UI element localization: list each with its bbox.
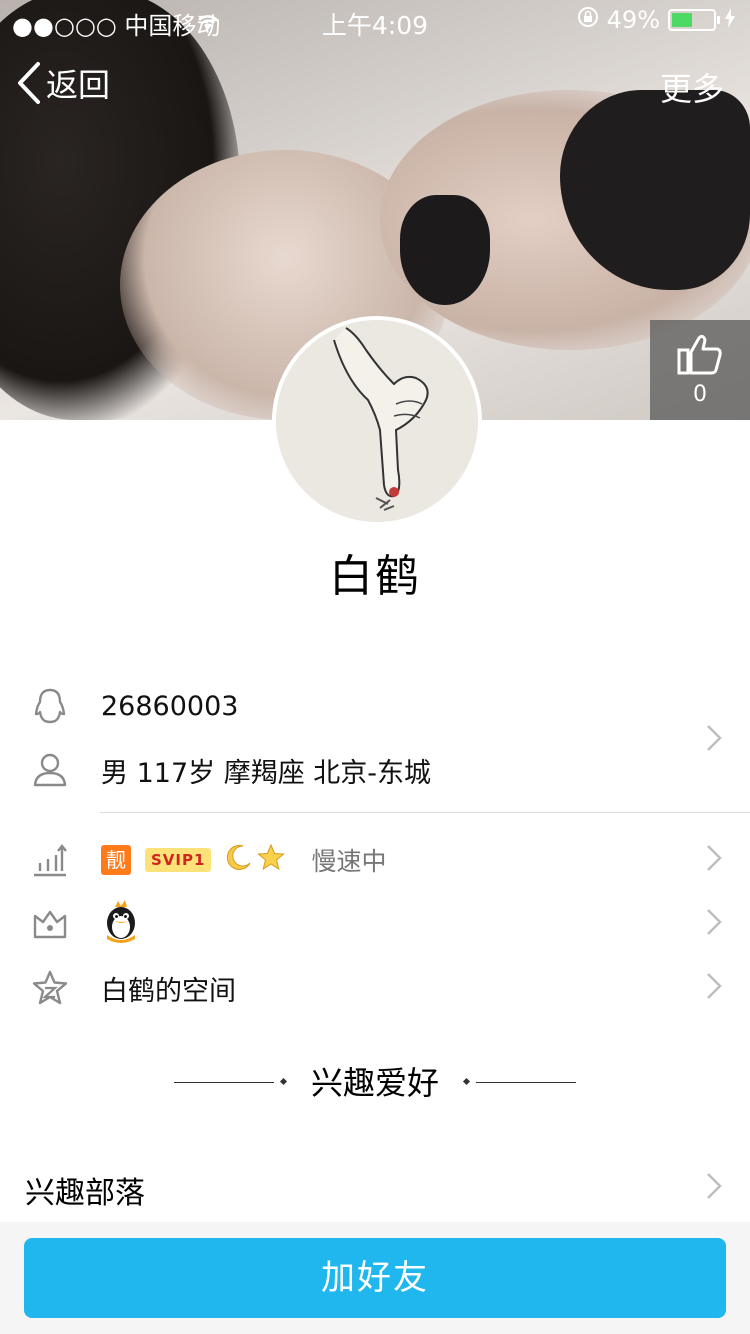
back-button[interactable]: 返回 — [16, 60, 110, 106]
level-badges: 靓 SVIP1 慢速中 — [101, 842, 386, 878]
battery-fill — [672, 13, 692, 27]
penguin-icon — [107, 899, 135, 943]
speed-status: 慢速中 — [311, 847, 387, 876]
add-friend-button[interactable]: 加好友 — [24, 1238, 726, 1318]
section-line-right — [476, 1082, 576, 1083]
level-chart-icon — [30, 840, 70, 880]
battery-icon — [668, 9, 720, 31]
chevron-right-icon — [706, 972, 722, 1004]
cover-shape-top — [400, 195, 490, 305]
charging-icon — [724, 6, 736, 34]
star-icon — [257, 843, 286, 878]
avatar[interactable] — [272, 316, 482, 526]
section-title-text: 兴趣爱好 — [310, 1064, 439, 1102]
more-button[interactable]: 更多 — [660, 64, 724, 110]
level-row[interactable]: 靓 SVIP1 慢速中 — [0, 830, 750, 890]
penguin-outline-icon — [30, 686, 70, 726]
interest-tribe-label: 兴趣部落 — [25, 1176, 145, 1211]
section-line-left — [174, 1082, 274, 1083]
like-button[interactable]: 0 — [650, 320, 750, 420]
person-icon — [30, 750, 70, 790]
status-bar: ●●○○○ 中国移动 上午4:09 49% — [0, 0, 750, 40]
back-label: 返回 — [46, 66, 111, 104]
liang-badge: 靓 — [101, 845, 131, 875]
chevron-right-icon — [706, 844, 722, 876]
crown-icon — [30, 904, 70, 944]
qzone-row[interactable]: 白鹤的空间 — [0, 958, 750, 1018]
svip-badge: SVIP1 — [145, 848, 212, 872]
chevron-right-icon — [706, 908, 722, 940]
divider — [100, 812, 750, 813]
interest-tribe-row[interactable]: 兴趣部落 — [0, 1158, 750, 1218]
vip-row[interactable] — [0, 894, 750, 954]
battery-percent: 49% — [606, 6, 660, 34]
chevron-right-icon — [706, 1172, 722, 1204]
qq-number-row: 26860003 — [0, 676, 750, 736]
moon-icon — [225, 843, 253, 878]
qzone-label: 白鹤的空间 — [101, 975, 236, 1007]
qzone-star-icon — [30, 968, 70, 1008]
chevron-left-icon — [18, 62, 40, 104]
section-title: 兴趣爱好 — [0, 1058, 750, 1104]
qq-number: 26860003 — [101, 690, 239, 722]
qq-penguin-badge — [101, 899, 141, 950]
profile-name: 白鹤 — [329, 551, 421, 602]
like-count: 0 — [693, 382, 707, 407]
status-right: 49% — [577, 6, 736, 34]
rotation-lock-icon — [577, 6, 599, 34]
personal-info: 男 117岁 摩羯座 北京-东城 — [101, 757, 432, 789]
section-dot-left — [279, 1077, 288, 1086]
thumbs-up-icon — [677, 334, 722, 375]
personal-info-row[interactable]: 男 117岁 摩羯座 北京-东城 — [0, 740, 750, 800]
chevron-right-icon — [706, 724, 722, 756]
section-dot-right — [462, 1077, 471, 1086]
avatar-hand-drawing — [276, 320, 478, 522]
